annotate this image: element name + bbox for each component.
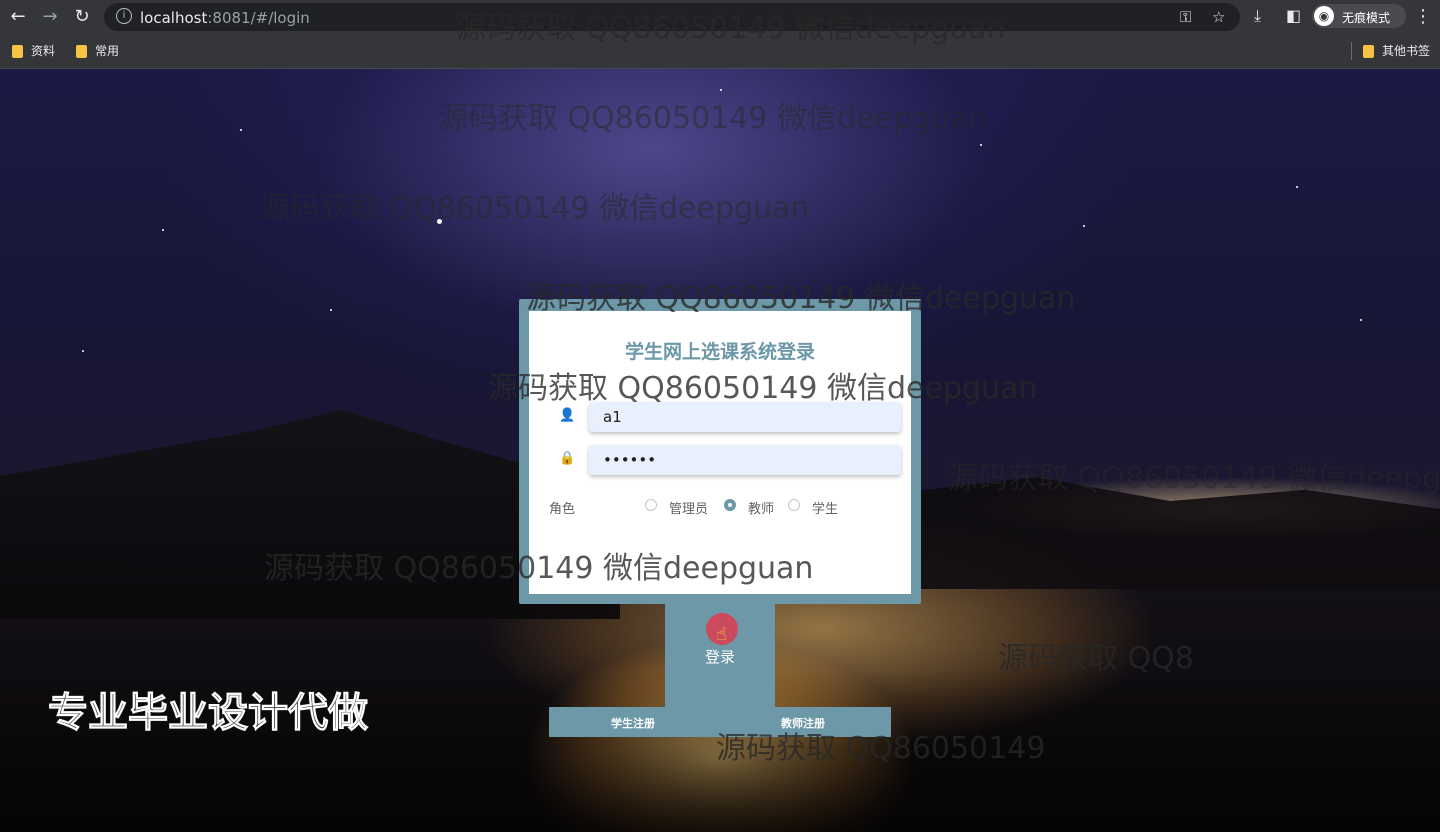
bookmark-folder-1[interactable]: 资料 <box>12 42 55 60</box>
other-bookmarks[interactable]: 其他书签 <box>1363 42 1430 60</box>
url-text: localhost:8081/#/login <box>140 9 310 27</box>
role-label-teacher[interactable]: 教师 <box>748 498 774 517</box>
star-icon[interactable]: ☆ <box>1212 8 1225 26</box>
role-label-admin[interactable]: 管理员 <box>669 498 708 517</box>
download-icon[interactable]: ⤓ <box>1254 6 1261 26</box>
menu-icon[interactable]: ⋮ <box>1414 6 1432 27</box>
user-icon: 👤 <box>559 408 576 423</box>
watermark: 源码获取 QQ86050149 微信deepguan <box>526 281 1076 316</box>
promo-text: 专业毕业设计代做 <box>48 690 369 737</box>
role-radio-teacher[interactable] <box>724 499 736 511</box>
role-label-student[interactable]: 学生 <box>812 498 838 517</box>
watermark: 源码获取 QQ86050149 微信deepguan <box>260 191 810 226</box>
reload-icon[interactable]: ↻ <box>70 5 94 29</box>
role-label: 角色 <box>549 502 576 517</box>
star <box>1360 319 1362 321</box>
key-icon[interactable]: ⚿ <box>1180 8 1191 26</box>
url-path: :8081/#/login <box>207 9 310 27</box>
hand-cursor-icon: ☝ <box>716 624 727 645</box>
side-panel-icon[interactable]: ◧ <box>1286 6 1301 25</box>
lock-icon: 🔒 <box>559 451 576 466</box>
password-input[interactable] <box>589 445 901 475</box>
watermark: 源码获取 QQ86050149 微信deepguan <box>456 11 1006 46</box>
role-radio-student[interactable] <box>788 499 800 511</box>
student-register-button[interactable]: 学生注册 <box>611 715 655 731</box>
back-icon[interactable]: ← <box>6 5 30 29</box>
bookmark-label: 常用 <box>95 44 120 58</box>
bookmark-folder-2[interactable]: 常用 <box>76 42 119 60</box>
watermark: 源码获取 QQ86050149 微信deepguan <box>438 101 988 136</box>
incognito-profile[interactable]: ◉ 无痕模式 <box>1312 4 1406 28</box>
login-button-label: 登录 <box>704 648 735 666</box>
watermark: 源码获取 QQ86050149 <box>716 731 1046 766</box>
bookmark-separator <box>1351 42 1352 60</box>
folder-icon <box>12 45 23 58</box>
incognito-icon: ◉ <box>1314 6 1334 26</box>
star <box>162 229 164 231</box>
star <box>720 89 722 91</box>
watermark: 源码获取 QQ86050149 微信deepguan <box>264 551 814 586</box>
star <box>980 144 982 146</box>
folder-icon <box>76 45 87 58</box>
role-radio-admin[interactable] <box>645 499 657 511</box>
star <box>82 350 84 352</box>
star <box>1083 225 1085 227</box>
watermark: 源码获取 QQ8 <box>998 641 1194 676</box>
profile-label: 无痕模式 <box>1342 11 1391 25</box>
watermark: 源码获取 QQ86050149 微信deepguan <box>488 371 1038 406</box>
bookmark-label: 资料 <box>31 44 56 58</box>
star <box>240 129 242 131</box>
watermark: 源码获取 QQ86050149 微信deepgu <box>948 461 1440 496</box>
star <box>330 309 332 311</box>
url-host: localhost <box>140 9 208 27</box>
form-title: 学生网上选课系统登录 <box>624 341 815 363</box>
star <box>1296 186 1298 188</box>
other-bookmarks-label: 其他书签 <box>1382 44 1431 58</box>
site-info-icon[interactable]: i <box>116 8 132 24</box>
forward-icon[interactable]: → <box>38 5 62 29</box>
folder-icon <box>1363 45 1374 58</box>
